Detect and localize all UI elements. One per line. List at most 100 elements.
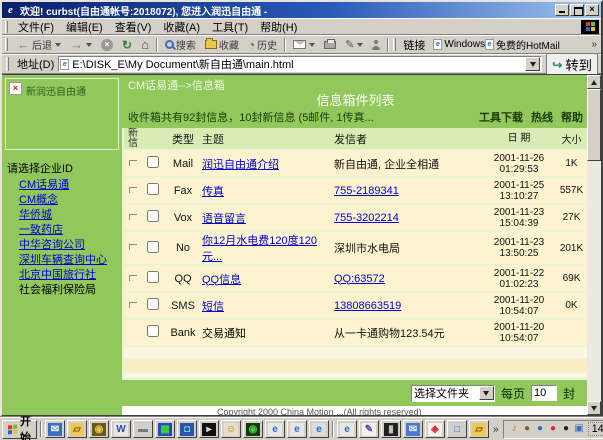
- taskbar-clock[interactable]: 14:09: [588, 422, 603, 436]
- header-link[interactable]: 帮助: [561, 109, 583, 125]
- refresh-button[interactable]: [118, 36, 136, 53]
- address-input[interactable]: [72, 58, 522, 71]
- history-button[interactable]: 历史: [244, 36, 281, 53]
- desktop: e 欢迎! curbst(自由通帐号:2018072), 您进入润迅自由通 - …: [0, 0, 603, 440]
- message-subject[interactable]: 润迅自由通介绍: [202, 159, 279, 171]
- taskbar-app-button[interactable]: ▱: [67, 420, 87, 438]
- ie-icon: e: [340, 423, 354, 436]
- taskbar-app-button[interactable]: e: [337, 420, 357, 438]
- toolbar-link[interactable]: 免费的HotMail: [485, 37, 560, 52]
- row-checkbox[interactable]: [147, 298, 159, 310]
- row-checkbox[interactable]: [147, 241, 159, 253]
- qq-icon[interactable]: ●: [560, 421, 573, 437]
- taskbar-app-button[interactable]: ◈: [425, 420, 445, 438]
- row-checkbox[interactable]: [147, 183, 159, 195]
- message-sender[interactable]: QQ:63572: [334, 273, 385, 285]
- sidebar-enterprise-link[interactable]: 中华咨询公司: [19, 238, 119, 253]
- menu-item[interactable]: 帮助(H): [254, 21, 303, 35]
- menu-item[interactable]: 工具(T): [206, 21, 254, 35]
- header-link[interactable]: 工具下载: [479, 109, 523, 125]
- discuss-button[interactable]: [368, 36, 384, 53]
- toolbar-overflow-chevron[interactable]: »: [589, 39, 599, 50]
- toolbar-link[interactable]: Windows: [433, 39, 485, 50]
- taskbar-app-button[interactable]: ▱: [469, 420, 489, 438]
- message-subject[interactable]: 短信: [202, 301, 224, 313]
- print-button[interactable]: [320, 36, 340, 53]
- antivirus-icon[interactable]: ●: [547, 421, 560, 437]
- folder-select-value: 选择文件夹: [412, 385, 479, 401]
- start-button[interactable]: 开始: [2, 420, 37, 439]
- message-subject[interactable]: 传真: [202, 186, 224, 198]
- taskbar-app-button[interactable]: ☺: [221, 420, 241, 438]
- address-grip[interactable]: [6, 57, 9, 71]
- message-subject[interactable]: 语音留言: [202, 213, 246, 225]
- row-checkbox[interactable]: [147, 156, 159, 168]
- menu-item[interactable]: 编辑(E): [60, 21, 109, 35]
- taskbar-app-button[interactable]: e: [287, 420, 307, 438]
- sidebar-enterprise-link[interactable]: 北京中国旅行社: [19, 268, 119, 283]
- forward-button[interactable]: [66, 36, 96, 53]
- links-grip[interactable]: [393, 38, 396, 52]
- volume-icon[interactable]: ♪: [508, 421, 521, 437]
- taskbar-app-button[interactable]: e: [309, 420, 329, 438]
- checkbox-cell: [142, 210, 164, 225]
- menu-item[interactable]: 查看(V): [109, 21, 158, 35]
- device-icon[interactable]: ●: [521, 421, 534, 437]
- menu-grip[interactable]: [5, 21, 8, 33]
- sidebar-enterprise-link[interactable]: 深圳车辆查询中心: [19, 253, 119, 268]
- taskbar-app-button[interactable]: W: [111, 420, 131, 438]
- message-subject[interactable]: 你12月水电费120度120元...: [202, 235, 317, 263]
- taskbar-app-button[interactable]: ✎: [359, 420, 379, 438]
- scroll-down-button[interactable]: [587, 401, 601, 415]
- message-subject[interactable]: QQ信息: [202, 274, 241, 286]
- menu-item[interactable]: 收藏(A): [157, 21, 206, 35]
- folder-select[interactable]: 选择文件夹: [411, 385, 495, 402]
- message-sender[interactable]: 755-2189341: [334, 185, 399, 197]
- search-button[interactable]: 搜索: [161, 36, 200, 53]
- taskbar-app-button[interactable]: ✉: [403, 420, 423, 438]
- sidebar-enterprise-link[interactable]: 一致药店: [19, 223, 119, 238]
- home-button[interactable]: [137, 36, 153, 53]
- header-link[interactable]: 热线: [531, 109, 553, 125]
- taskbar-app-button[interactable]: ▸: [199, 420, 219, 438]
- row-checkbox[interactable]: [147, 210, 159, 222]
- message-sender[interactable]: 13808663519: [334, 300, 401, 312]
- close-button[interactable]: [585, 4, 599, 16]
- mail-button[interactable]: [289, 36, 319, 53]
- sidebar-enterprise-link[interactable]: 华侨城: [19, 208, 119, 223]
- taskbar-app-button[interactable]: ✉: [45, 420, 65, 438]
- restore-button[interactable]: [570, 4, 584, 16]
- row-checkbox[interactable]: [147, 271, 159, 283]
- taskbar-app-button[interactable]: □: [447, 420, 467, 438]
- taskbar-app-button[interactable]: ◉: [243, 420, 263, 438]
- scrollbar-thumb[interactable]: [587, 89, 601, 161]
- favorites-button[interactable]: 收藏: [201, 36, 243, 53]
- taskbar-app-button[interactable]: ◉: [89, 420, 109, 438]
- taskbar-app-button[interactable]: ◘: [177, 420, 197, 438]
- scroll-up-button[interactable]: [587, 75, 601, 89]
- table-filler-row: [124, 347, 587, 358]
- folder-select-dropdown-button[interactable]: [479, 386, 494, 400]
- message-type: No: [164, 242, 202, 254]
- toolbar-grip[interactable]: [5, 38, 8, 52]
- stop-button[interactable]: [97, 36, 117, 53]
- row-checkbox[interactable]: [147, 325, 159, 337]
- per-page-input[interactable]: [531, 385, 557, 401]
- scrollbar-track[interactable]: [587, 161, 601, 401]
- sidebar-enterprise-link[interactable]: CM话易通: [19, 178, 119, 193]
- back-button[interactable]: 后退: [13, 36, 65, 53]
- edit-button[interactable]: [341, 36, 367, 53]
- menu-item[interactable]: 文件(F): [12, 21, 60, 35]
- sidebar-enterprise-link[interactable]: CM概念: [19, 193, 119, 208]
- taskbar-app-button[interactable]: ▬: [133, 420, 153, 438]
- taskbar-app-button[interactable]: ▦: [155, 420, 175, 438]
- message-sender[interactable]: 755-3202214: [334, 212, 399, 224]
- minimize-button[interactable]: [555, 4, 569, 16]
- taskbar-app-button[interactable]: ▮: [381, 420, 401, 438]
- messenger-icon[interactable]: ●: [534, 421, 547, 437]
- taskbar-app-button[interactable]: e: [265, 420, 285, 438]
- go-button[interactable]: 转到: [546, 53, 598, 76]
- taskbar-overflow-chevron[interactable]: »: [491, 424, 501, 435]
- address-dropdown-button[interactable]: [525, 57, 540, 71]
- network-icon[interactable]: ▣: [573, 421, 586, 437]
